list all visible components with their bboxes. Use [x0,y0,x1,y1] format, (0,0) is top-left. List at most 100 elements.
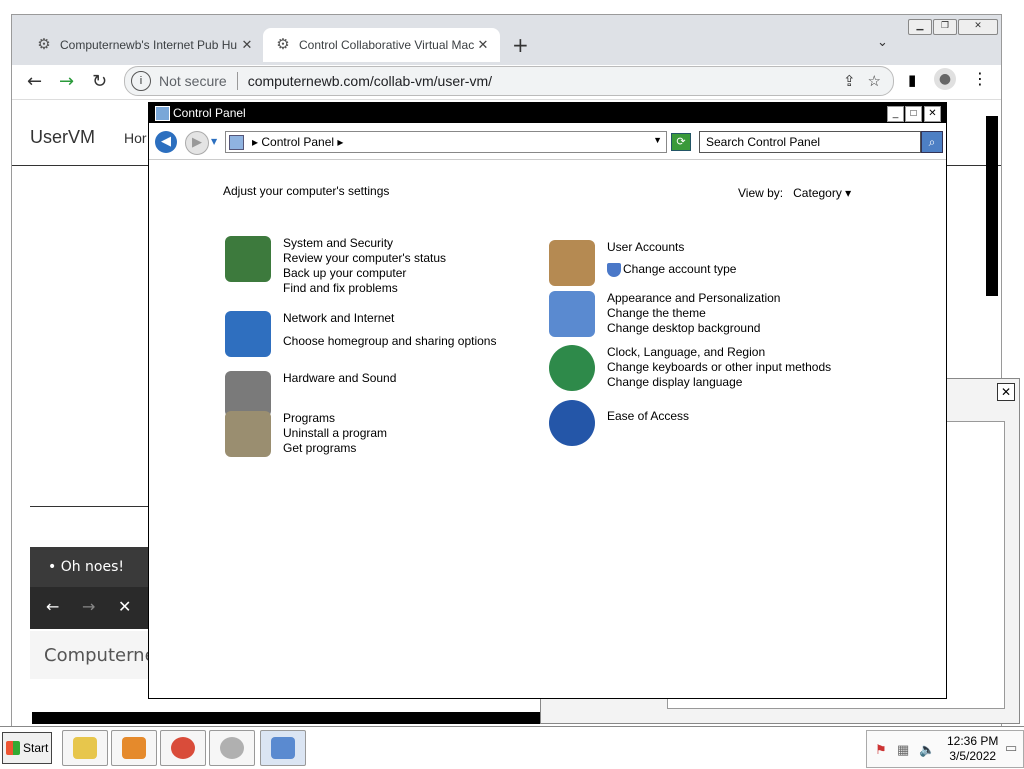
category-title[interactable]: Hardware and Sound [283,371,396,386]
category-link[interactable]: Change account type [623,262,736,276]
clock-globe-icon [549,345,595,391]
browser-menu-icon[interactable]: ⋮ [972,69,988,88]
tab-favicon-icon: ⚙ [276,36,290,53]
forward-button[interactable]: ▶ [185,131,209,155]
dialog-close-button[interactable]: ✕ [997,383,1015,401]
folder-icon [73,737,97,759]
category-link[interactable]: Change desktop background [607,321,780,336]
refresh-button[interactable]: ⟳ [671,133,691,151]
address-bar[interactable]: i Not secure computernewb.com/collab-vm/… [124,66,894,96]
category-link[interactable]: Uninstall a program [283,426,387,441]
url-text[interactable]: computernewb.com/collab-vm/user-vm/ [248,73,843,89]
window-title: Control Panel [173,106,246,120]
reload-button[interactable]: ↻ [92,71,107,92]
chrome-icon [171,737,195,759]
category-title[interactable]: Ease of Access [607,409,689,424]
close-button[interactable]: ✕ [958,19,998,35]
category-link[interactable]: Find and fix problems [283,281,446,296]
control-panel-icon [229,135,244,150]
tab-internet-pub[interactable]: ⚙ Computernewb's Internet Pub Hu ✕ [24,28,264,62]
start-label: Start [23,741,49,755]
taskbar-media-player[interactable] [111,730,157,766]
category-link[interactable]: Get programs [283,441,387,456]
vm-list-item[interactable]: Computerne [30,631,160,679]
control-panel-icon [271,737,295,759]
horizontal-scrollbar[interactable] [32,712,542,724]
breadcrumb-path[interactable]: ▸ Control Panel ▸ [252,135,343,149]
view-by: View by: Category ▾ [738,186,851,200]
category-title[interactable]: User Accounts [607,240,736,255]
bookmark-star-icon[interactable]: ☆ [868,72,881,90]
taskbar-control-panel[interactable] [260,730,306,766]
tab-search-button[interactable]: ⌄ [877,35,888,50]
tab-favicon-icon: ⚙ [37,36,51,53]
tab-collab-vm[interactable]: ⚙ Control Collaborative Virtual Mac ✕ [263,28,500,62]
share-icon[interactable]: ⇪ [843,72,856,90]
maximize-button[interactable]: □ [905,106,922,122]
minimize-button[interactable]: ▁ [908,19,932,35]
back-button[interactable]: ← [27,71,42,92]
site-info-icon[interactable]: i [131,71,151,91]
category-link[interactable]: Back up your computer [283,266,446,281]
page-divider [30,506,160,507]
category-link[interactable]: Change display language [607,375,831,390]
vm-back-button[interactable]: ← [46,597,59,616]
clock-time: 12:36 PM [947,734,999,748]
network-globe-icon [225,311,271,357]
forward-button[interactable]: → [59,71,74,92]
uac-shield-icon [607,262,621,277]
back-button[interactable]: ◀ [155,131,177,153]
taskbar-sound[interactable] [209,730,255,766]
category-link[interactable]: Review your computer's status [283,251,446,266]
taskbar-explorer[interactable] [62,730,108,766]
search-icon[interactable]: ⌕ [921,131,943,153]
users-icon [549,240,595,286]
taskbar: Start ⚑ ▦ 🔈 12:36 PM 3/5/2022 ▭ [0,726,1024,769]
profile-avatar-icon[interactable]: ● [934,68,956,90]
network-icon[interactable]: ▦ [897,742,909,758]
tab-close-icon[interactable]: ✕ [238,37,256,53]
control-panel-icon [155,106,170,121]
clock[interactable]: 12:36 PM 3/5/2022 [947,734,998,764]
close-button[interactable]: ✕ [924,106,941,122]
nav-home-link[interactable]: Hor [124,130,147,146]
system-tray: ⚑ ▦ 🔈 12:36 PM 3/5/2022 ▭ [866,730,1024,768]
page-title: Adjust your computer's settings [223,184,390,198]
restore-button[interactable]: ❐ [933,19,957,35]
category-link[interactable]: Choose homegroup and sharing options [283,334,496,349]
explorer-navbar: ◀ ▶ ▼ ▸ Control Panel ▸ ▼ ⟳ Search Contr… [149,123,946,160]
tab-close-icon[interactable]: ✕ [474,37,492,53]
windows-logo-icon [6,741,20,755]
category-title[interactable]: Appearance and Personalization [607,291,780,306]
tab-title: Control Collaborative Virtual Mac [299,38,474,52]
vm-forward-button[interactable]: → [82,597,95,616]
vertical-scrollbar[interactable] [986,116,998,296]
side-panel-icon[interactable]: ▮ [908,71,916,89]
category-title[interactable]: Programs [283,411,387,426]
tab-title: Computernewb's Internet Pub Hu [60,38,238,52]
category-link[interactable]: Change the theme [607,306,780,321]
media-player-icon [122,737,146,759]
breadcrumb[interactable]: ▸ Control Panel ▸ ▼ [225,131,667,153]
minimize-button[interactable]: _ [887,106,904,122]
category-title[interactable]: System and Security [283,236,446,251]
new-tab-button[interactable]: + [512,33,529,57]
category-link[interactable]: Change keyboards or other input methods [607,360,831,375]
action-center-flag-icon[interactable]: ⚑ [875,742,887,758]
category-title[interactable]: Clock, Language, and Region [607,345,831,360]
show-desktop-icon[interactable]: ▭ [1005,740,1017,756]
window-titlebar[interactable]: Control Panel _ □ ✕ [149,103,946,123]
site-brand[interactable]: UserVM [30,127,95,148]
start-button[interactable]: Start [2,732,52,764]
appearance-monitor-icon [549,291,595,337]
volume-icon[interactable]: 🔈 [919,742,935,758]
vm-close-button[interactable]: ✕ [118,597,131,616]
vm-list-label: Computerne [44,645,156,666]
view-by-dropdown[interactable]: Category ▾ [793,186,851,200]
recent-pages-dropdown-icon[interactable]: ▼ [211,137,217,146]
taskbar-chrome[interactable] [160,730,206,766]
chevron-down-icon[interactable]: ▼ [653,135,662,145]
category-title[interactable]: Network and Internet [283,311,496,326]
shield-icon [225,236,271,282]
search-input[interactable]: Search Control Panel [699,131,921,153]
